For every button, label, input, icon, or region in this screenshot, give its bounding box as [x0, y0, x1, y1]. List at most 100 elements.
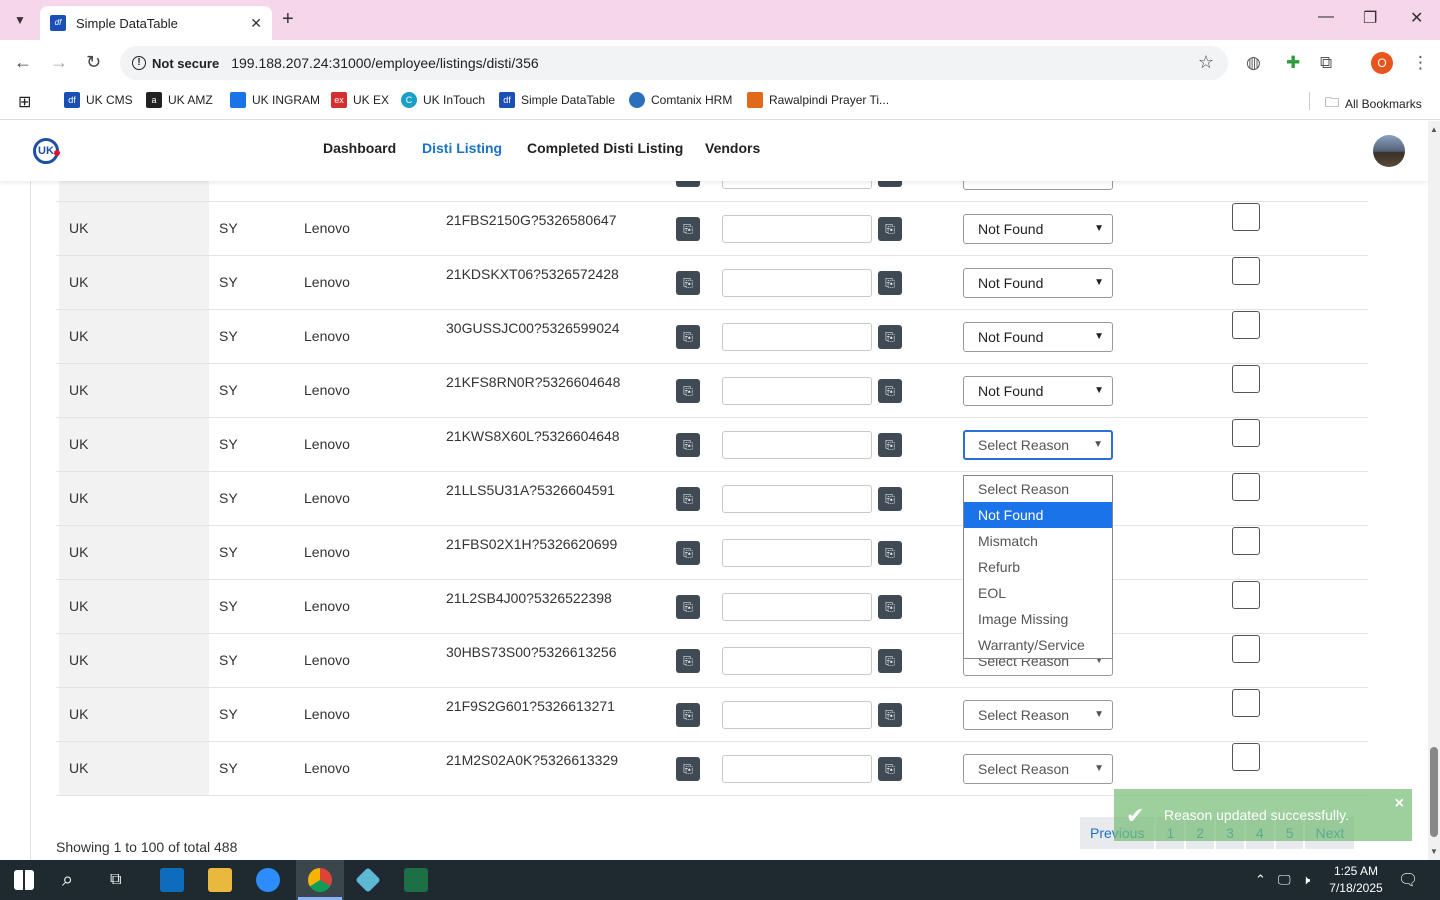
bookmark-rawalpindi-prayer[interactable]: Rawalpindi Prayer Ti...	[747, 92, 889, 108]
copy-sku-icon[interactable]: ⎘	[676, 325, 700, 349]
copy-sku-icon[interactable]: ⎘	[676, 217, 700, 241]
extensions-puzzle-icon[interactable]: ⧉	[1320, 53, 1332, 73]
minimize-icon[interactable]: —	[1318, 8, 1334, 26]
reason-select[interactable]: Not Found ▼	[963, 322, 1113, 352]
nav-disti-listing[interactable]: Disti Listing	[422, 140, 502, 156]
nav-dashboard[interactable]: Dashboard	[323, 140, 396, 156]
toast-close-icon[interactable]: ×	[1395, 795, 1404, 813]
value-input[interactable]	[722, 215, 872, 243]
windows-start-icon[interactable]	[14, 870, 34, 890]
reason-option-warranty-service[interactable]: Warranty/Service	[964, 632, 1112, 658]
copy-sku-icon[interactable]: ⎘	[676, 703, 700, 727]
row-checkbox[interactable]	[1232, 635, 1260, 663]
value-input[interactable]	[722, 431, 872, 459]
value-input[interactable]	[722, 539, 872, 567]
reload-icon[interactable]: ↻	[86, 52, 101, 73]
row-checkbox[interactable]	[1232, 689, 1260, 717]
bookmark-simple-datatable[interactable]: df Simple DataTable	[499, 92, 615, 108]
uk-logo[interactable]: UK	[33, 138, 60, 164]
copy-value-icon[interactable]: ⎘	[878, 379, 902, 403]
reason-option-mismatch[interactable]: Mismatch	[964, 528, 1112, 554]
copy-value-icon[interactable]: ⎘	[878, 325, 902, 349]
excel-icon[interactable]	[404, 868, 428, 892]
reason-select[interactable]: Not Found ▼	[963, 214, 1113, 244]
chrome-icon[interactable]	[308, 868, 332, 892]
bookmark-uk-cms[interactable]: df UK CMS	[64, 92, 133, 108]
bookmark-uk-ex[interactable]: ex UK EX	[331, 92, 389, 108]
volume-icon[interactable]: 🕨	[1302, 872, 1310, 888]
value-input[interactable]	[722, 701, 872, 729]
value-input[interactable]	[722, 647, 872, 675]
scroll-up-icon[interactable]: ▲	[1430, 125, 1438, 134]
reason-option-not-found[interactable]: Not Found	[964, 502, 1112, 528]
value-input[interactable]	[722, 485, 872, 513]
nav-vendors[interactable]: Vendors	[705, 140, 760, 156]
copy-sku-icon[interactable]: ⎘	[676, 649, 700, 673]
row-checkbox[interactable]	[1232, 581, 1260, 609]
network-icon[interactable]: 🖵	[1278, 872, 1291, 888]
copy-sku-icon[interactable]: ⎘	[676, 379, 700, 403]
copy-value-icon[interactable]: ⎘	[878, 217, 902, 241]
file-explorer-icon[interactable]	[208, 868, 232, 892]
row-checkbox[interactable]	[1232, 419, 1260, 447]
value-input[interactable]	[722, 755, 872, 783]
bookmark-uk-ingram[interactable]: UK INGRAM	[230, 92, 320, 108]
copy-sku-icon[interactable]: ⎘	[676, 487, 700, 511]
reason-option-select-reason[interactable]: Select Reason	[964, 476, 1112, 502]
security-indicator[interactable]: ! Not secure	[132, 56, 219, 71]
value-input[interactable]	[722, 323, 872, 351]
new-tab-icon[interactable]: +	[282, 8, 294, 31]
extension-icon[interactable]: ✚	[1286, 53, 1300, 73]
row-checkbox[interactable]	[1232, 365, 1260, 393]
copy-sku-icon[interactable]: ⎘	[676, 433, 700, 457]
taskbar-clock[interactable]: 1:25 AM 7/18/2025	[1328, 863, 1384, 897]
task-view-icon[interactable]: ⧉	[110, 868, 134, 892]
row-checkbox[interactable]	[1232, 203, 1260, 231]
reason-select[interactable]: Not Found ▼	[963, 376, 1113, 406]
user-avatar[interactable]	[1373, 135, 1405, 167]
search-icon[interactable]: ⌕	[62, 868, 86, 892]
tab-close-icon[interactable]: ✕	[250, 15, 262, 32]
copy-sku-icon[interactable]: ⎘	[676, 757, 700, 781]
browser-tab[interactable]: df Simple DataTable ✕	[40, 6, 272, 40]
tray-chevron-icon[interactable]: ⌃	[1255, 872, 1266, 888]
zoom-icon[interactable]	[256, 868, 280, 892]
notifications-icon[interactable]: 🗨	[1398, 870, 1418, 890]
address-bar[interactable]: ! Not secure 199.188.207.24:31000/employ…	[120, 46, 1228, 80]
nav-completed-disti-listing[interactable]: Completed Disti Listing	[527, 140, 683, 156]
bookmark-star-icon[interactable]: ☆	[1198, 52, 1214, 73]
forward-icon[interactable]: →	[50, 52, 68, 73]
row-checkbox[interactable]	[1232, 527, 1260, 555]
reason-select[interactable]: Not Found ▼	[963, 268, 1113, 298]
copy-value-icon[interactable]: ⎘	[878, 703, 902, 727]
copy-value-icon[interactable]: ⎘	[878, 487, 902, 511]
scrollbar-thumb[interactable]	[1430, 747, 1438, 837]
bookmark-uk-intouch[interactable]: C UK InTouch	[401, 92, 485, 108]
reason-select[interactable]: Select Reason ▼	[963, 754, 1113, 784]
url-text[interactable]: 199.188.207.24:31000/employee/listings/d…	[231, 55, 538, 71]
row-checkbox[interactable]	[1232, 257, 1260, 285]
value-input[interactable]	[722, 377, 872, 405]
bookmark-comtanix-hrm[interactable]: Comtanix HRM	[629, 92, 732, 108]
bookmark-uk-amz[interactable]: a UK AMZ	[146, 92, 213, 108]
row-checkbox[interactable]	[1232, 473, 1260, 501]
tab-search-icon[interactable]: ▼	[8, 8, 32, 32]
translate-icon[interactable]: ◍	[1246, 53, 1261, 73]
scroll-down-icon[interactable]: ▼	[1430, 847, 1438, 856]
row-checkbox[interactable]	[1232, 311, 1260, 339]
copy-sku-icon[interactable]: ⎘	[676, 595, 700, 619]
restore-icon[interactable]: ❐	[1363, 8, 1377, 28]
copy-sku-icon[interactable]: ⎘	[676, 541, 700, 565]
close-window-icon[interactable]: ✕	[1410, 8, 1423, 28]
outlook-icon[interactable]	[160, 868, 184, 892]
reason-option-eol[interactable]: EOL	[964, 580, 1112, 606]
copy-value-icon[interactable]: ⎘	[878, 649, 902, 673]
copy-sku-icon[interactable]: ⎘	[676, 271, 700, 295]
all-bookmarks[interactable]: 🗀 All Bookmarks	[1325, 92, 1422, 116]
profile-avatar[interactable]: O	[1371, 52, 1393, 74]
back-icon[interactable]: ←	[14, 52, 32, 73]
reason-option-image-missing[interactable]: Image Missing	[964, 606, 1112, 632]
copy-value-icon[interactable]: ⎘	[878, 595, 902, 619]
row-checkbox[interactable]	[1232, 743, 1260, 771]
value-input[interactable]	[722, 269, 872, 297]
